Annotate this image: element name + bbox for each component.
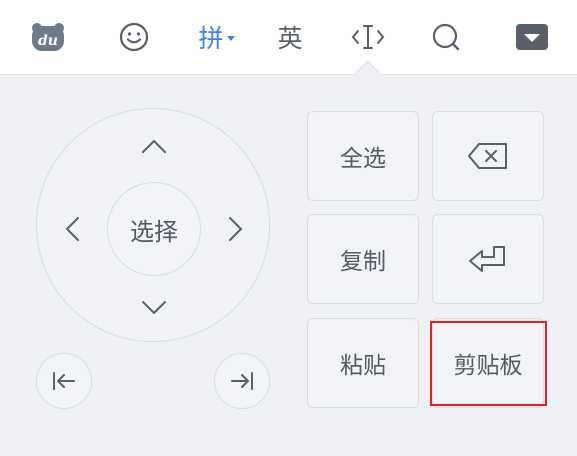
copy-button[interactable]: 复制 [307,214,419,304]
backspace-icon [468,143,507,169]
paste-label: 粘贴 [340,353,386,379]
select-all-button[interactable]: 全选 [307,111,419,201]
cursor-edit-icon[interactable] [346,12,390,62]
select-label: 选择 [130,217,178,246]
copy-label: 复制 [340,249,386,275]
dropdown-triangle-icon [226,36,235,41]
chevron-up-icon[interactable] [139,132,169,160]
collapse-keyboard-icon[interactable] [510,12,554,62]
pinyin-label: 拼 [198,24,224,53]
clipboard-label: 剪贴板 [453,353,523,379]
search-icon[interactable] [424,12,468,62]
enter-icon [469,246,505,272]
english-mode-button[interactable]: 英 [268,12,312,62]
move-to-start-icon [53,372,75,390]
svg-text:du: du [38,33,58,49]
delete-button[interactable] [432,111,544,201]
move-to-end-button[interactable] [214,353,270,409]
move-to-end-icon [231,372,253,390]
chevron-left-icon[interactable] [58,214,86,244]
clipboard-button[interactable]: 剪贴板 [432,318,544,408]
du-logo-icon[interactable]: du [26,12,70,62]
chevron-right-icon[interactable] [222,214,250,244]
emoji-icon[interactable] [112,12,156,62]
paste-button[interactable]: 粘贴 [307,318,419,408]
english-label: 英 [277,24,303,53]
move-to-start-button[interactable] [36,353,92,409]
select-button[interactable]: 选择 [107,182,201,276]
select-all-label: 全选 [340,146,386,172]
chevron-down-icon[interactable] [139,294,169,322]
enter-button[interactable] [432,214,544,304]
keyboard-toolbar: du 拼 英 [0,0,577,75]
pinyin-mode-button[interactable]: 拼 [192,12,242,62]
